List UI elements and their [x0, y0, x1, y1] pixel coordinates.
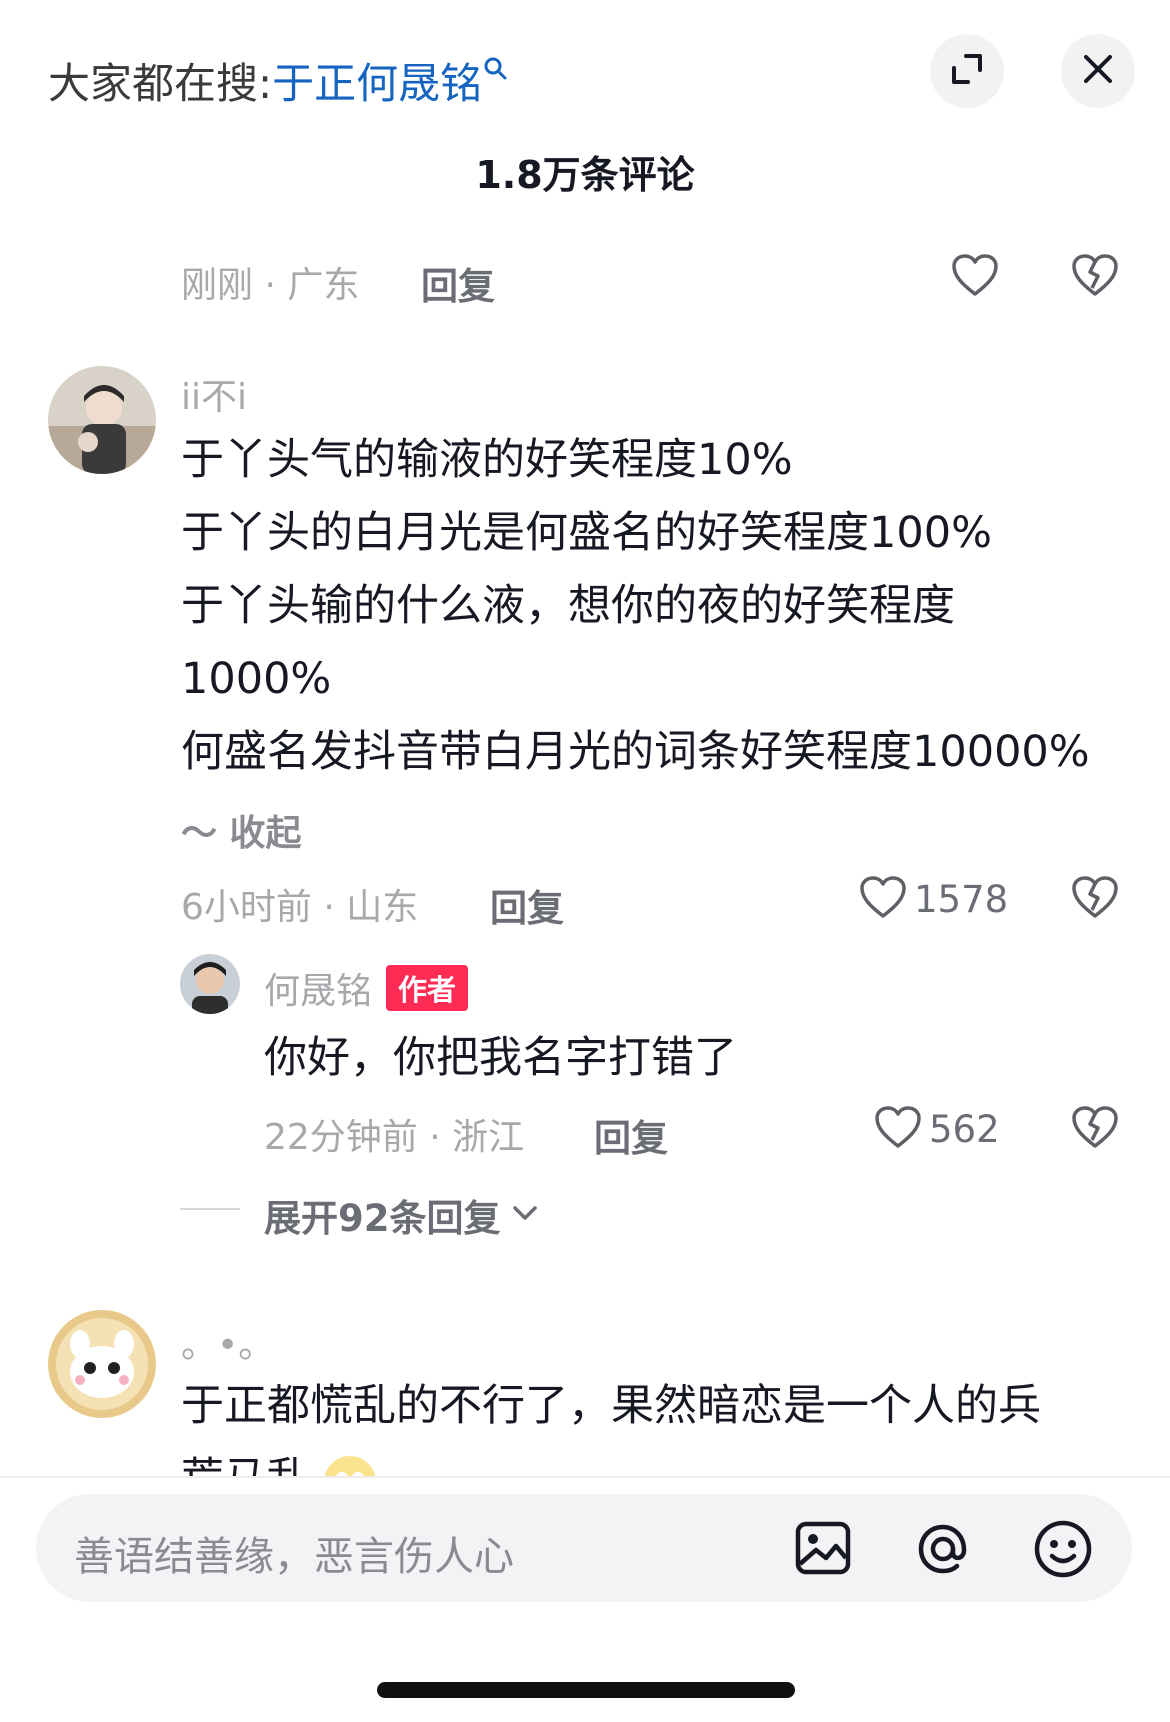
dislike-button[interactable]	[1070, 874, 1120, 924]
comment-body-clip: 于正都慌乱的不行了，果然暗恋是一个人的兵 荒马乱	[0, 1370, 1170, 1476]
comment-text-line: 1000%	[181, 654, 332, 704]
reply-time-location: 22分钟前 · 浙江	[264, 1117, 525, 1158]
comment-count-title: 1.8万条评论	[475, 153, 695, 197]
broken-heart-icon	[1070, 876, 1120, 924]
bottom-divider	[0, 1476, 1170, 1478]
reply-avatar[interactable]	[180, 954, 240, 1014]
comment-text-line: 于丫头的白月光是何盛名的好笑程度100%	[181, 508, 992, 558]
emoji-sticker-icon	[322, 1454, 378, 1476]
reply-button[interactable]: 回复	[490, 878, 564, 932]
reply-text: 你好，你把我名字打错了	[264, 1033, 737, 1083]
comment-text-line: 于正都慌乱的不行了，果然暗恋是一个人的兵	[181, 1381, 1041, 1431]
like-count: 562	[929, 1107, 1000, 1151]
expand-icon	[948, 50, 986, 92]
at-icon	[912, 1524, 974, 1584]
search-suggestion-term[interactable]: 于正何晟铭	[272, 59, 482, 108]
image-button[interactable]	[794, 1520, 852, 1580]
broken-heart-icon	[1070, 254, 1120, 302]
like-button[interactable]: 1578	[858, 874, 1008, 924]
mention-button[interactable]	[912, 1518, 974, 1584]
reply-header: 何晟铭 作者	[264, 962, 469, 1014]
dislike-button[interactable]	[1070, 1104, 1120, 1154]
reply-button[interactable]: 回复	[421, 256, 495, 310]
expand-replies-button[interactable]: 展开92条回复	[264, 1188, 539, 1242]
home-indicator	[377, 1682, 795, 1698]
author-badge: 作者	[386, 965, 469, 1011]
comment-time-location: 6小时前 · 山东	[181, 887, 419, 928]
comment-time-location: 刚刚 · 广东	[181, 265, 360, 306]
search-suggestion[interactable]: 大家都在搜:于正何晟铭	[48, 44, 510, 111]
like-count: 1578	[914, 877, 1009, 921]
heart-outline-icon	[873, 1104, 923, 1154]
collapse-button[interactable]: ～ 收起	[181, 804, 302, 856]
comment-username[interactable]: 。•。	[181, 1316, 274, 1368]
emoji-button[interactable]	[1032, 1518, 1094, 1584]
broken-heart-icon	[1070, 1106, 1120, 1154]
comment-input-placeholder[interactable]: 善语结善缘，恶言伤人心	[74, 1524, 514, 1582]
heart-outline-icon	[858, 874, 908, 924]
reply-username[interactable]: 何晟铭	[264, 962, 372, 1014]
expand-divider	[180, 1208, 240, 1210]
close-icon	[1081, 52, 1115, 90]
reply-button[interactable]: 回复	[594, 1108, 668, 1162]
search-suggestion-prefix: 大家都在搜:	[48, 59, 273, 108]
comment-text-line: 于丫头气的输液的好笑程度10%	[181, 435, 793, 485]
heart-outline-icon	[950, 254, 1000, 302]
comment-username[interactable]: ii不i	[181, 368, 247, 420]
image-icon	[794, 1521, 852, 1580]
comment-text-line: 荒马乱	[181, 1443, 310, 1476]
emoji-icon	[1032, 1520, 1094, 1584]
dislike-button[interactable]	[1070, 252, 1120, 302]
comment-text-line: 于丫头输的什么液，想你的夜的好笑程度	[181, 581, 955, 631]
avatar[interactable]	[48, 366, 156, 474]
close-button[interactable]	[1061, 34, 1135, 108]
chevron-down-icon	[511, 1203, 539, 1227]
comment-input-bar[interactable]: 善语结善缘，恶言伤人心	[36, 1494, 1132, 1602]
expand-button[interactable]	[930, 34, 1004, 108]
search-icon	[482, 44, 510, 80]
comment-text-line: 何盛名发抖音带白月光的词条好笑程度10000%	[181, 727, 1090, 777]
expand-replies-label: 展开92条回复	[264, 1197, 501, 1240]
like-button[interactable]	[950, 252, 1000, 302]
like-button[interactable]: 562	[873, 1104, 1000, 1154]
